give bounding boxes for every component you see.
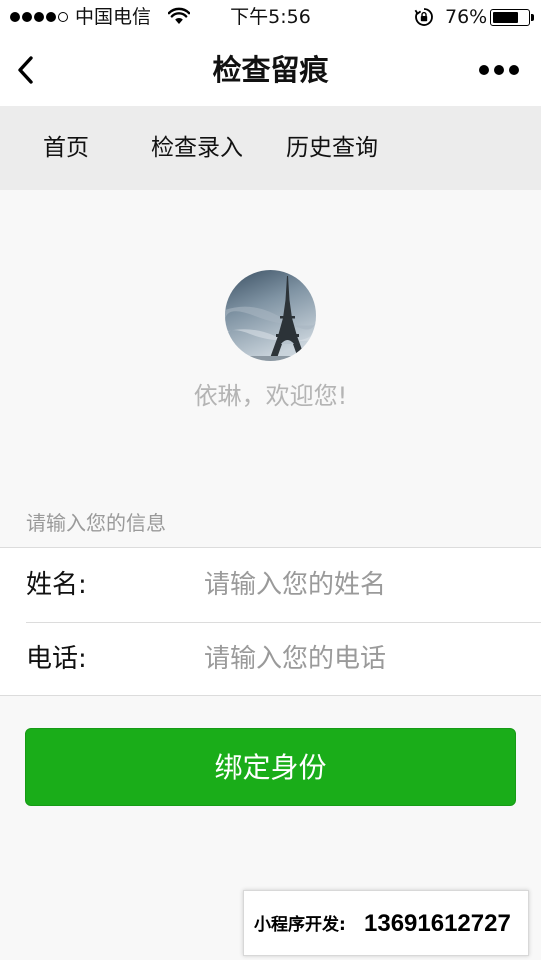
- contact-phone: 13691612727: [364, 910, 511, 937]
- navigation-bar: 检查留痕: [0, 34, 541, 106]
- eiffel-tower-avatar: [225, 270, 316, 361]
- developer-contact-banner: 小程序开发: 13691612727: [243, 890, 529, 956]
- more-dots-icon[interactable]: [478, 64, 520, 76]
- info-form: 姓名: 电话:: [0, 547, 541, 696]
- status-bar: 中国电信 下午5:56 76%: [0, 0, 541, 34]
- avatar: [225, 270, 316, 361]
- page-title: 检查留痕: [212, 53, 329, 87]
- rotation-lock-icon: [414, 8, 433, 26]
- battery-fill: [493, 12, 518, 23]
- tab-history-query[interactable]: 历史查询: [286, 132, 378, 164]
- greeting-text: 依琳，欢迎您!: [193, 382, 348, 410]
- name-label: 姓名:: [26, 570, 87, 600]
- bind-identity-button[interactable]: 绑定身份: [25, 728, 516, 806]
- form-section-label: 请输入您的信息: [26, 511, 166, 535]
- tab-check-entry[interactable]: 检查录入: [151, 132, 243, 164]
- tab-home[interactable]: 首页: [43, 132, 89, 164]
- name-row: 姓名:: [0, 548, 541, 622]
- name-input[interactable]: [204, 564, 514, 606]
- phone-label: 电话:: [26, 644, 87, 674]
- contact-label: 小程序开发:: [254, 915, 346, 935]
- phone-input[interactable]: [204, 638, 514, 680]
- battery-percent: 76%: [445, 6, 488, 28]
- phone-row: 电话:: [0, 622, 541, 696]
- battery-tip: [531, 14, 534, 21]
- tab-bar: 首页 检查录入 历史查询: [0, 106, 541, 190]
- battery-icon: [490, 9, 530, 26]
